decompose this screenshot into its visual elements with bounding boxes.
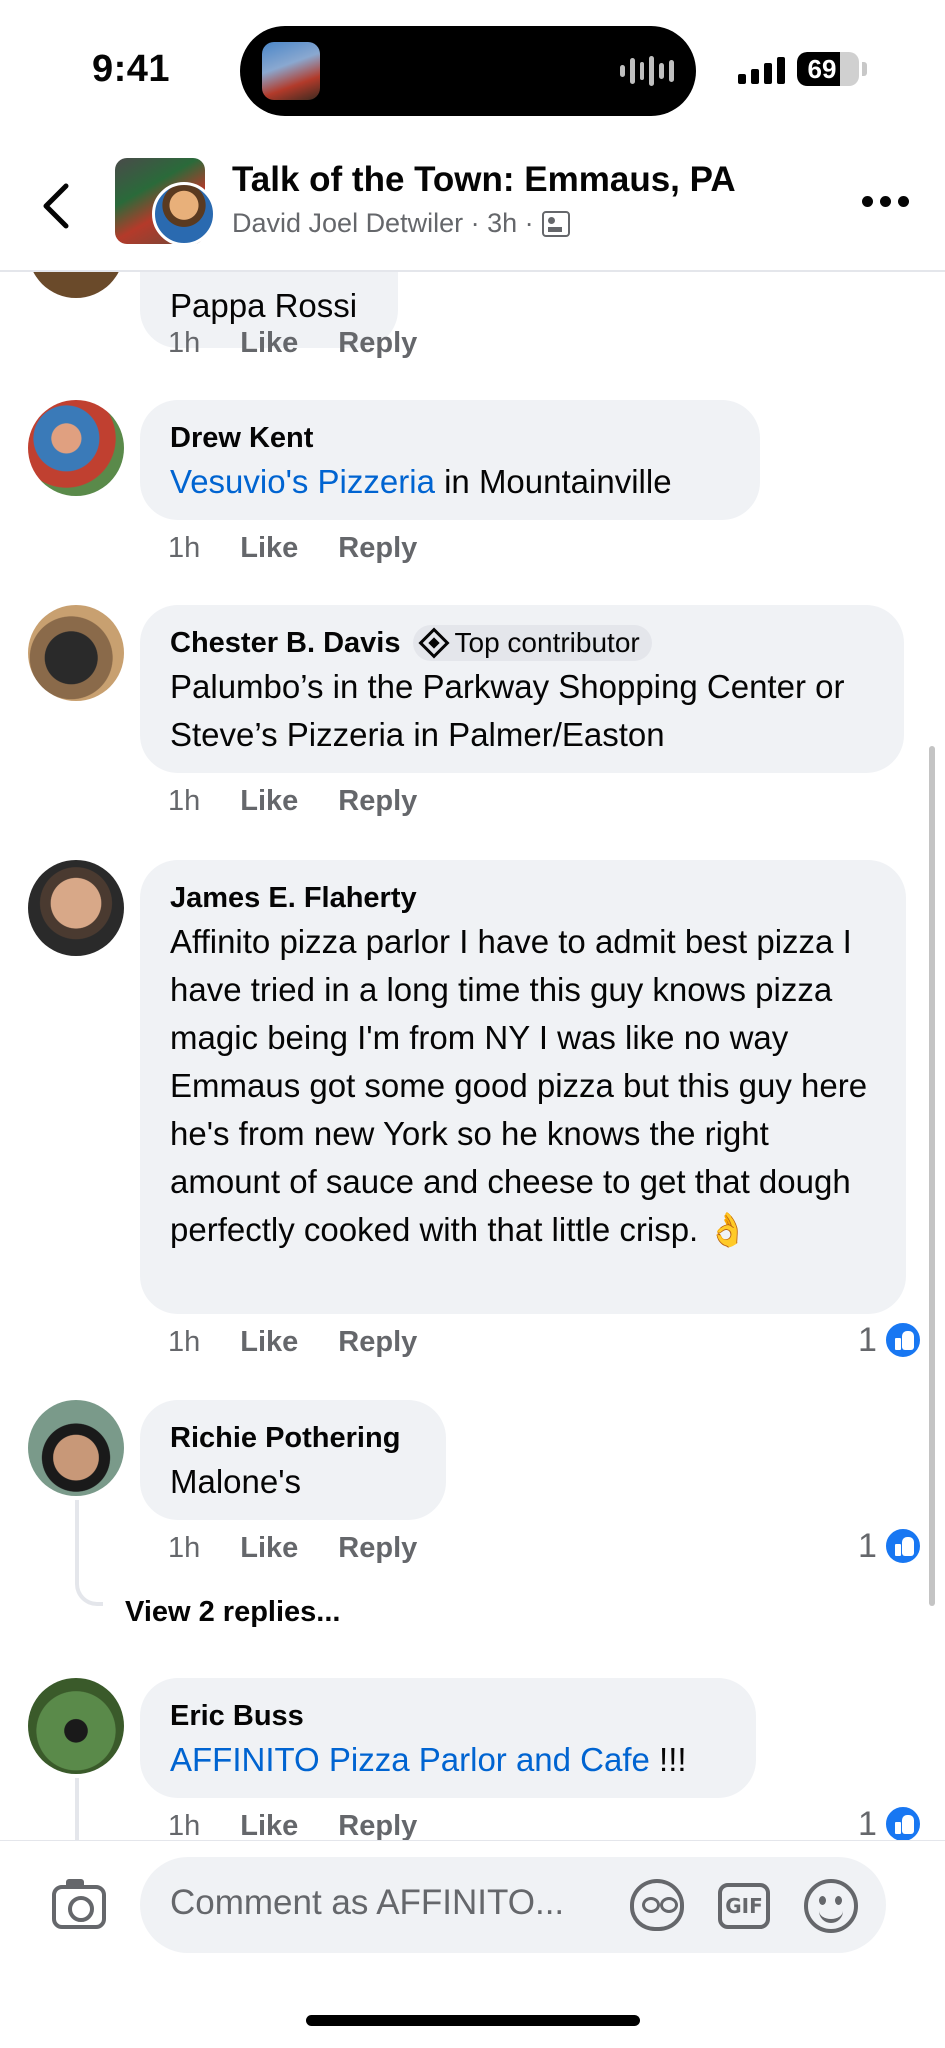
dynamic-island[interactable] [240, 26, 696, 116]
back-button[interactable] [36, 180, 80, 232]
back-chevron-icon [43, 183, 69, 229]
comment-placeholder: Comment as AFFINITO... [170, 1883, 565, 1922]
reaction-summary[interactable]: 1 [858, 1804, 923, 1840]
commenter-avatar[interactable] [28, 1400, 124, 1496]
reply-button[interactable]: Reply [338, 532, 417, 565]
comment-timestamp[interactable]: 1h [168, 1326, 200, 1359]
comment-bubble[interactable]: Richie Pothering Malone's [140, 1400, 446, 1520]
comment-bubble[interactable]: Chester B. Davis Top contributor Palumbo… [140, 605, 904, 773]
like-button[interactable]: Like [240, 1326, 298, 1359]
reply-thread-line [75, 1500, 79, 1580]
reply-thread-line [75, 1778, 79, 1840]
commenter-avatar[interactable] [28, 860, 124, 956]
comment-input[interactable]: Comment as AFFINITO... GIF [140, 1857, 886, 1953]
comment-text: Malone's [170, 1463, 302, 1500]
post-header: Talk of the Town: Emmaus, PA David Joel … [0, 140, 945, 272]
reaction-summary[interactable]: 1 [858, 1320, 923, 1360]
audience-icon [541, 210, 570, 237]
comment-timestamp[interactable]: 1h [168, 1532, 200, 1565]
now-playing-artwork [262, 42, 320, 100]
comment-bubble[interactable]: Eric Buss AFFINITO Pizza Parlor and Cafe… [140, 1678, 756, 1798]
comment-bubble[interactable]: Drew Kent Vesuvio's Pizzeria in Mountain… [140, 400, 760, 520]
like-button[interactable]: Like [240, 1532, 298, 1565]
more-icon [862, 196, 873, 207]
home-indicator[interactable] [306, 2015, 640, 2026]
comment-text: Vesuvio's Pizzeria in Mountainville [170, 458, 732, 506]
like-button[interactable]: Like [240, 1810, 298, 1840]
camera-icon[interactable] [52, 1879, 106, 1929]
reply-thread-curve [75, 1578, 103, 1606]
comment-timestamp[interactable]: 1h [168, 1810, 200, 1840]
comment-composer: Comment as AFFINITO... GIF [0, 1840, 945, 2048]
comment-timestamp[interactable]: 1h [168, 327, 200, 360]
reaction-count: 1 [858, 1526, 877, 1565]
like-button[interactable]: Like [240, 785, 298, 818]
comment-text-suffix: !!! [649, 1741, 687, 1778]
post-author-time[interactable]: David Joel Detwiler · 3h · [232, 208, 534, 239]
comment-author[interactable]: Chester B. Davis [170, 627, 401, 660]
scrollbar[interactable] [929, 746, 935, 1606]
like-reaction-icon [882, 1526, 923, 1566]
reply-button[interactable]: Reply [338, 1810, 417, 1840]
comment-author[interactable]: Richie Pothering [170, 1418, 418, 1458]
audio-wave-icon [620, 54, 674, 88]
top-contributor-badge[interactable]: Top contributor [412, 625, 652, 661]
comment-actions: 1h Like Reply [168, 785, 417, 818]
reply-button[interactable]: Reply [338, 1326, 417, 1359]
comment-text: Affinito pizza parlor I have to admit be… [170, 923, 868, 1248]
view-replies-link[interactable]: View 2 replies... [125, 1596, 340, 1629]
reaction-count: 1 [858, 1320, 877, 1359]
poster-avatar[interactable] [152, 182, 216, 246]
comment-actions: 1h Like Reply [168, 1326, 417, 1359]
battery-icon: 69 [797, 52, 859, 86]
reply-button[interactable]: Reply [338, 327, 417, 360]
comment-text: Palumbo’s in the Parkway Shopping Center… [170, 668, 845, 753]
comment-actions: 1h Like Reply [168, 1532, 417, 1565]
emoji-icon[interactable] [804, 1879, 858, 1933]
comment-actions: 1h Like Reply [168, 1810, 417, 1840]
group-title[interactable]: Talk of the Town: Emmaus, PA [232, 160, 736, 200]
status-time: 9:41 [92, 48, 171, 90]
comment-author[interactable]: Eric Buss [170, 1696, 728, 1736]
post-meta: David Joel Detwiler · 3h · [232, 208, 570, 239]
comment-author[interactable]: James E. Flaherty [170, 878, 878, 918]
comment-author-row: Chester B. Davis Top contributor [170, 623, 876, 663]
badge-label: Top contributor [454, 627, 640, 658]
commenter-avatar[interactable] [28, 1678, 124, 1774]
comment-timestamp[interactable]: 1h [168, 532, 200, 565]
comment-text: AFFINITO Pizza Parlor and Cafe !!! [170, 1736, 728, 1784]
reaction-count: 1 [858, 1804, 877, 1841]
commenter-avatar[interactable] [28, 272, 124, 298]
like-reaction-icon [882, 1320, 923, 1360]
gif-icon[interactable]: GIF [718, 1883, 770, 1929]
like-button[interactable]: Like [240, 532, 298, 565]
battery-level: 69 [807, 54, 837, 84]
reply-button[interactable]: Reply [338, 1532, 417, 1565]
comment-actions: 1h Like Reply [168, 532, 417, 565]
battery-nub [862, 62, 867, 76]
comment-timestamp[interactable]: 1h [168, 785, 200, 818]
comment-text-suffix: in Mountainville [434, 463, 672, 500]
cellular-signal-icon [738, 56, 786, 84]
top-contributor-icon [417, 627, 450, 659]
comment-text: Pappa Rossi [170, 287, 358, 324]
reply-button[interactable]: Reply [338, 785, 417, 818]
reaction-summary[interactable]: 1 [858, 1526, 923, 1566]
comment-author[interactable]: Drew Kent [170, 418, 732, 458]
comment-list[interactable]: Pappa Rossi 1h Like Reply Drew Kent Vesu… [0, 272, 945, 1840]
more-options-button[interactable] [862, 196, 910, 212]
commenter-avatar[interactable] [28, 400, 124, 496]
commenter-avatar[interactable] [28, 605, 124, 701]
like-reaction-icon [882, 1804, 923, 1840]
status-bar: 9:41 69 [0, 0, 945, 140]
comment-link[interactable]: Vesuvio's Pizzeria [170, 463, 435, 500]
avatar-sticker-icon[interactable] [630, 1879, 684, 1931]
comment-link[interactable]: AFFINITO Pizza Parlor and Cafe [170, 1741, 650, 1778]
comment-actions: 1h Like Reply [168, 327, 417, 360]
comment-bubble[interactable]: James E. Flaherty Affinito pizza parlor … [140, 860, 906, 1314]
like-button[interactable]: Like [240, 327, 298, 360]
